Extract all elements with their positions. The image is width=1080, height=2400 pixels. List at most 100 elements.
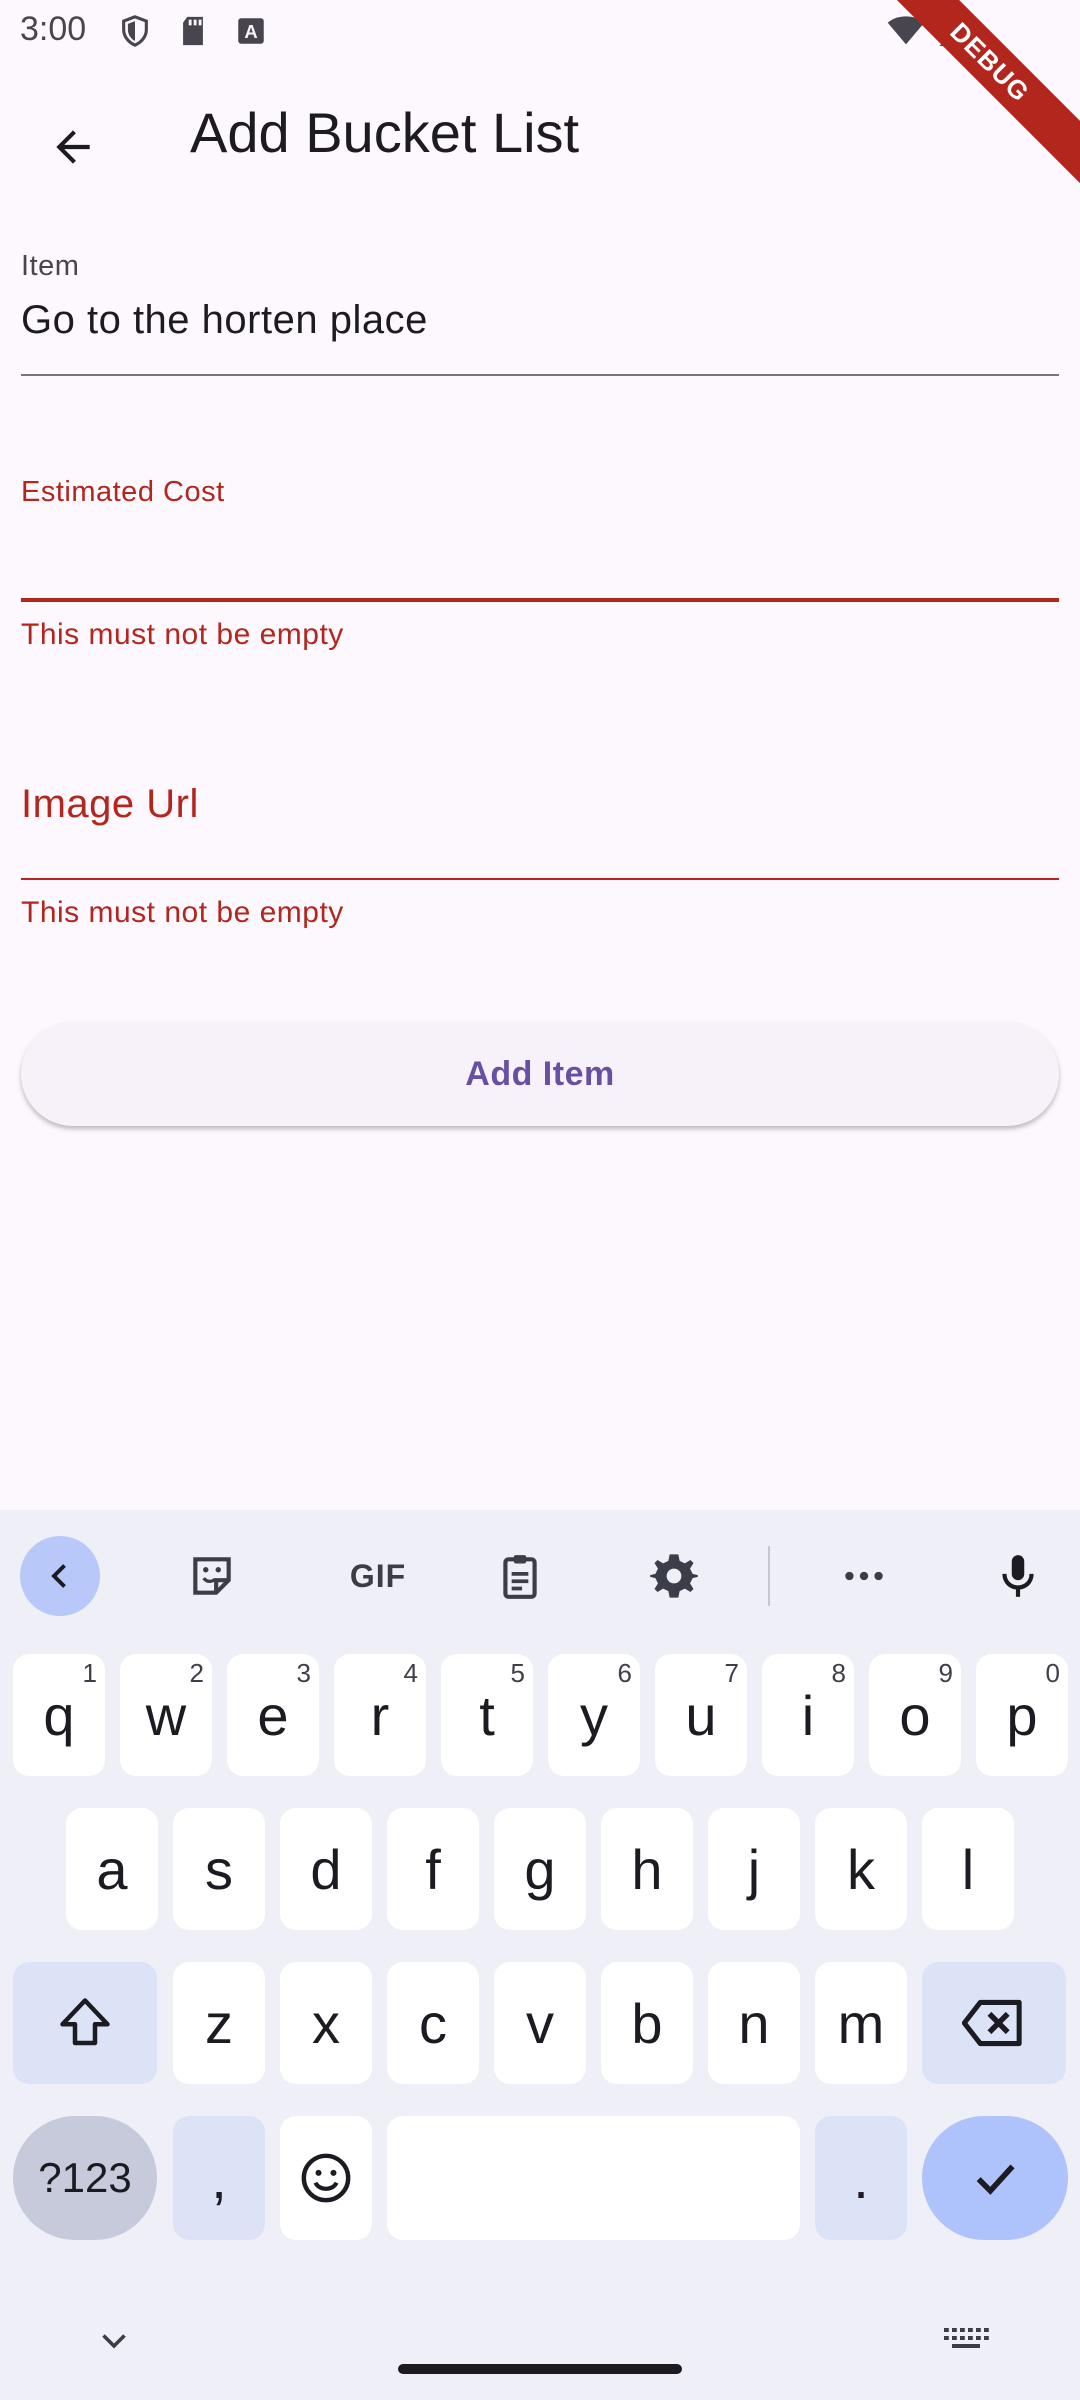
key-p-label: p <box>1006 1683 1038 1747</box>
key-e-hint: 3 <box>296 1658 311 1688</box>
sd-card-icon <box>176 14 210 48</box>
item-underline <box>21 374 1059 376</box>
settings-button[interactable] <box>634 1536 714 1616</box>
key-v[interactable]: v <box>494 1962 586 2084</box>
key-m[interactable]: m <box>815 1962 907 2084</box>
key-t-label: t <box>479 1683 495 1747</box>
key-w-hint: 2 <box>189 1658 204 1688</box>
key-r[interactable]: r4 <box>334 1654 426 1776</box>
clipboard-button[interactable] <box>480 1536 560 1616</box>
sticker-button[interactable] <box>172 1536 252 1616</box>
more-icon <box>845 1571 883 1581</box>
key-y-hint: 6 <box>617 1658 632 1688</box>
image-url-input[interactable] <box>21 782 1059 842</box>
keyboard-a-icon: A <box>234 14 268 48</box>
chevron-down-icon <box>102 2334 126 2349</box>
key-f[interactable]: f <box>387 1808 479 1930</box>
sticker-icon <box>193 1557 231 1595</box>
shift-icon <box>60 1998 110 2046</box>
key-r-hint: 4 <box>403 1658 418 1688</box>
status-time: 3:00 <box>20 10 87 48</box>
key-t[interactable]: t5 <box>441 1654 533 1776</box>
shield-icon <box>118 14 152 48</box>
status-bar: 3:00 A DEBUG <box>0 0 1080 191</box>
gesture-home-bar[interactable] <box>398 2364 682 2374</box>
item-label: Item <box>21 250 80 282</box>
key-l[interactable]: l <box>922 1808 1014 1930</box>
key-q[interactable]: q1 <box>13 1654 105 1776</box>
key-k[interactable]: k <box>815 1808 907 1930</box>
key-u-hint: 7 <box>724 1658 739 1688</box>
key-o-hint: 9 <box>938 1658 953 1688</box>
key-z[interactable]: z <box>173 1962 265 2084</box>
page-title: Add Bucket List <box>190 101 580 164</box>
key-y-label: y <box>580 1683 608 1747</box>
estimated-cost-label: Estimated Cost <box>21 476 225 508</box>
key-p-hint: 0 <box>1045 1658 1060 1688</box>
item-input[interactable]: Go to the horten place <box>21 298 428 343</box>
enter-key[interactable] <box>922 2116 1068 2240</box>
emoji-key[interactable] <box>280 2116 372 2240</box>
key-i-hint: 8 <box>831 1658 846 1688</box>
soft-keyboard: GIF q1 w2 e3 r4 t5 y6 u7 i8 o9 p0 a s d … <box>0 1510 1080 2400</box>
key-w[interactable]: w2 <box>120 1654 212 1776</box>
collapse-toolbar-button[interactable] <box>20 1536 100 1616</box>
shift-key[interactable] <box>13 1962 157 2084</box>
estimated-cost-input[interactable] <box>21 524 1059 584</box>
toolbar-divider <box>768 1546 770 1606</box>
mic-icon <box>1002 1555 1034 1597</box>
key-i[interactable]: i8 <box>762 1654 854 1776</box>
key-n[interactable]: n <box>708 1962 800 2084</box>
key-e-label: e <box>257 1683 289 1747</box>
key-o[interactable]: o9 <box>869 1654 961 1776</box>
image-url-underline <box>21 878 1059 880</box>
estimated-cost-field[interactable]: Estimated Cost This must not be empty <box>21 472 1059 652</box>
key-b[interactable]: b <box>601 1962 693 2084</box>
image-url-error: This must not be empty <box>21 896 344 929</box>
key-p[interactable]: p0 <box>976 1654 1068 1776</box>
key-x[interactable]: x <box>280 1962 372 2084</box>
key-t-hint: 5 <box>510 1658 525 1688</box>
key-a[interactable]: a <box>66 1808 158 1930</box>
arrow-back-icon <box>56 130 90 164</box>
back-button[interactable] <box>28 102 118 192</box>
keyboard-switch-button[interactable] <box>936 2310 996 2370</box>
key-d[interactable]: d <box>280 1808 372 1930</box>
image-url-field[interactable]: Image Url This must not be empty <box>21 778 1059 938</box>
keyboard-bottom-bar <box>0 2280 1080 2400</box>
key-h[interactable]: h <box>601 1808 693 1930</box>
check-icon <box>976 2164 1015 2195</box>
backspace-key[interactable] <box>922 1962 1066 2084</box>
key-s[interactable]: s <box>173 1808 265 1930</box>
key-c[interactable]: c <box>387 1962 479 2084</box>
key-r-label: r <box>370 1683 390 1747</box>
voice-input-button[interactable] <box>978 1536 1058 1616</box>
period-key[interactable]: . <box>815 2116 907 2240</box>
estimated-cost-underline <box>21 598 1059 602</box>
app-bar: Add Bucket List <box>0 64 1080 204</box>
key-o-label: o <box>899 1683 931 1747</box>
key-u[interactable]: u7 <box>655 1654 747 1776</box>
key-g[interactable]: g <box>494 1808 586 1930</box>
gif-button[interactable]: GIF <box>328 1536 428 1616</box>
keyboard-icon <box>944 2328 989 2348</box>
hide-keyboard-button[interactable] <box>84 2310 144 2370</box>
gear-icon <box>650 1554 698 1598</box>
clipboard-icon <box>503 1555 537 1599</box>
backspace-icon <box>962 1999 1022 2047</box>
svg-text:A: A <box>244 21 257 42</box>
space-key[interactable] <box>387 2116 800 2240</box>
add-item-button[interactable]: Add Item <box>21 1022 1059 1126</box>
item-field[interactable]: Item Go to the horten place <box>21 246 1059 378</box>
more-button[interactable] <box>824 1536 904 1616</box>
key-u-label: u <box>685 1683 717 1747</box>
key-q-hint: 1 <box>82 1658 97 1688</box>
gif-label: GIF <box>349 1557 407 1594</box>
key-y[interactable]: y6 <box>548 1654 640 1776</box>
key-i-label: i <box>801 1683 815 1747</box>
comma-key[interactable]: , <box>173 2116 265 2240</box>
symbols-key[interactable]: ?123 <box>13 2116 157 2240</box>
key-j[interactable]: j <box>708 1808 800 1930</box>
key-e[interactable]: e3 <box>227 1654 319 1776</box>
key-w-label: w <box>145 1683 187 1747</box>
